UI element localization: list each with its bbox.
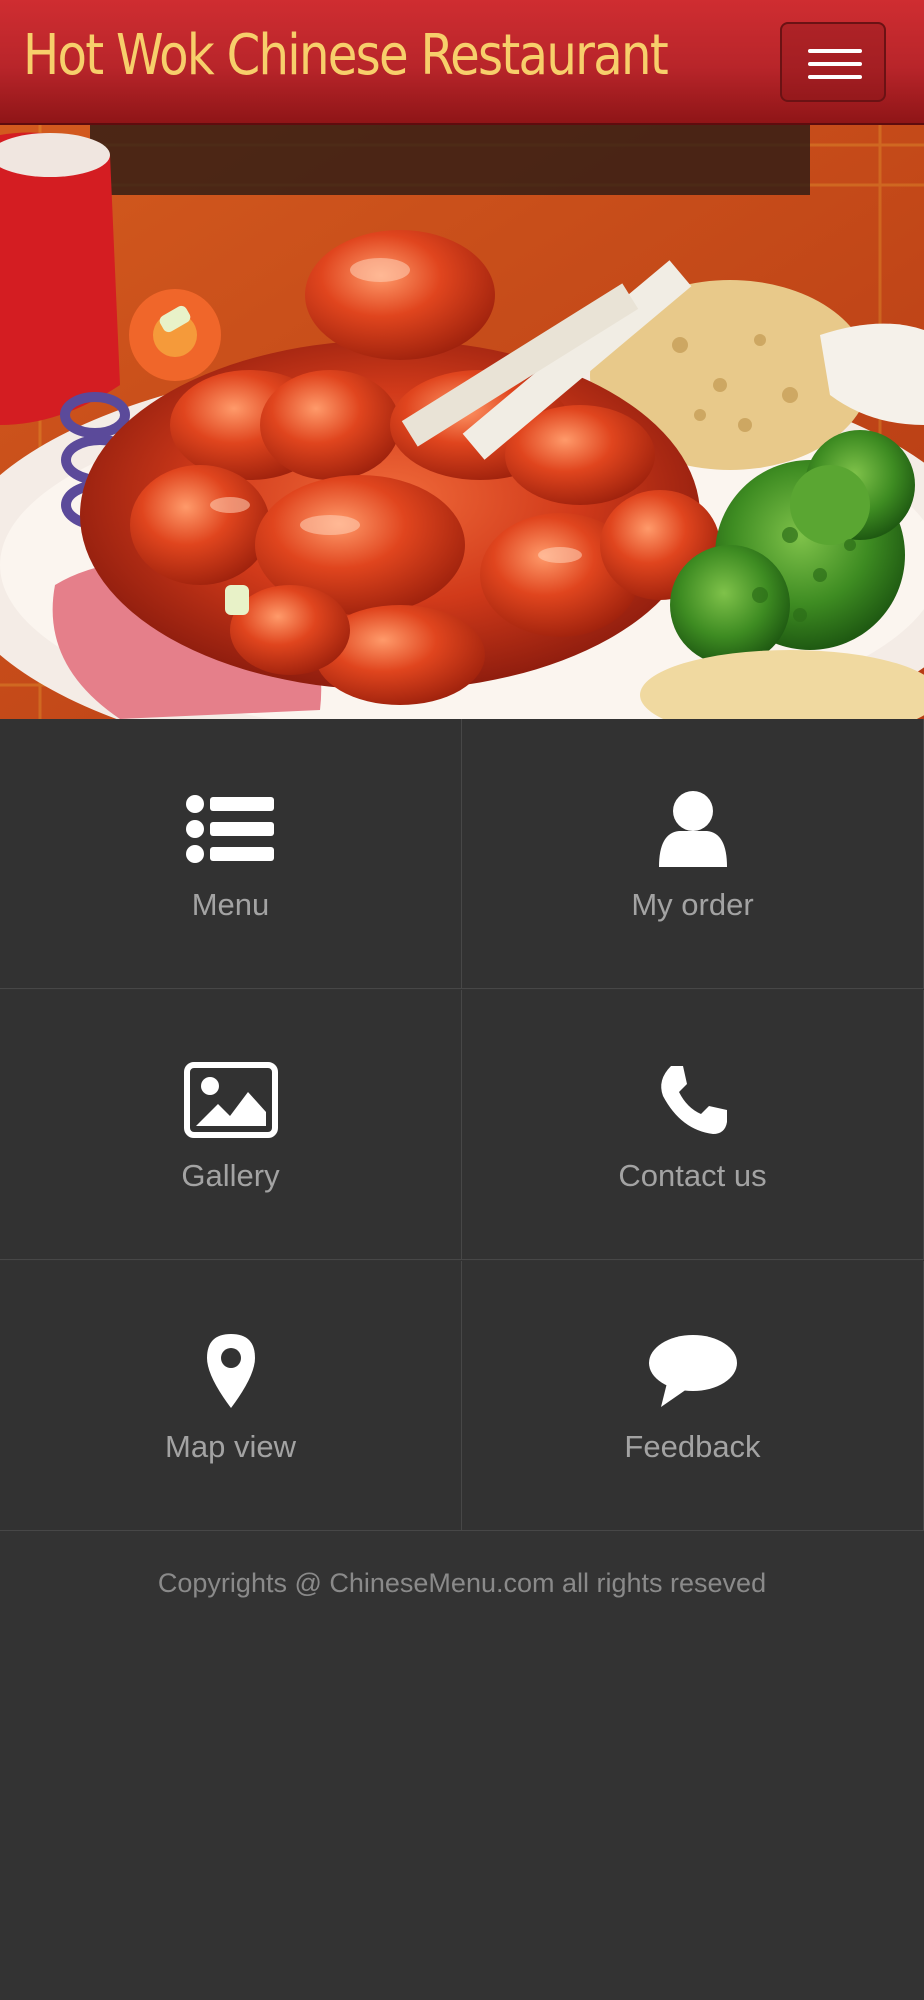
tile-feedback[interactable]: Feedback <box>462 1261 924 1531</box>
phone-icon <box>660 1066 727 1134</box>
image-icon <box>183 1062 278 1138</box>
hero-food-image <box>0 125 924 719</box>
hamburger-icon-bar-2 <box>808 62 862 66</box>
hamburger-icon-bar-3 <box>808 75 862 79</box>
chat-bubble-icon <box>648 1335 737 1407</box>
list-icon <box>185 795 274 863</box>
tile-contact-us-label: Contact us <box>618 1158 767 1193</box>
hamburger-icon <box>808 49 862 53</box>
tile-my-order[interactable]: My order <box>462 719 924 989</box>
tile-map-view-label: Map view <box>165 1429 296 1464</box>
menu-toggle-button[interactable] <box>780 22 886 102</box>
tile-my-order-label: My order <box>631 887 754 922</box>
copyright-text: Copyrights @ ChineseMenu.com all rights … <box>157 1568 767 1598</box>
user-icon <box>658 791 727 867</box>
navigation-tile-grid: Menu My order Gallery Contact us Map vie… <box>0 719 924 1531</box>
tile-feedback-label: Feedback <box>624 1429 761 1464</box>
top-navbar: Hot Wok Chinese Restaurant <box>0 0 924 125</box>
app-page: Hot Wok Chinese Restaurant Menu My order… <box>0 0 924 2000</box>
map-marker-icon <box>206 1334 255 1408</box>
tile-map-view[interactable]: Map view <box>0 1261 462 1531</box>
restaurant-title[interactable]: Hot Wok Chinese Restaurant <box>23 20 669 92</box>
tile-menu[interactable]: Menu <box>0 719 462 989</box>
tile-gallery[interactable]: Gallery <box>0 990 462 1260</box>
tile-gallery-label: Gallery <box>181 1158 280 1193</box>
tile-contact-us[interactable]: Contact us <box>462 990 924 1260</box>
tile-menu-label: Menu <box>191 887 270 922</box>
